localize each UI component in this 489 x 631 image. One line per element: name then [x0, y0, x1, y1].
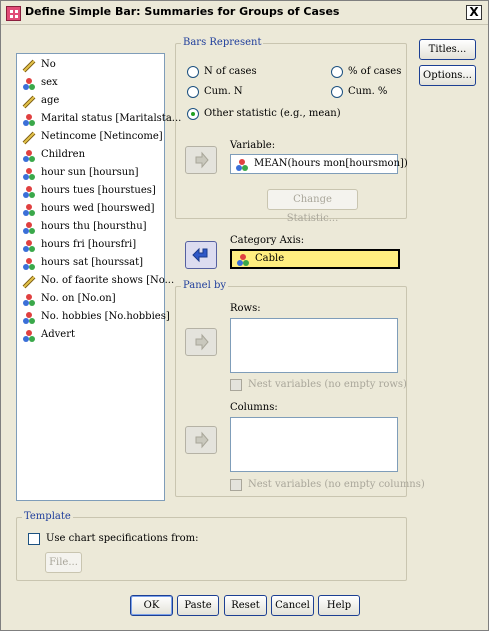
paste-button[interactable]: Paste — [177, 595, 219, 616]
variable-field[interactable]: MEAN(hours mon[hoursmon]) — [230, 154, 408, 174]
help-button[interactable]: Help — [318, 595, 360, 616]
list-item-label: age — [41, 95, 60, 106]
columns-field[interactable] — [230, 417, 398, 472]
scale-ruler-icon — [22, 131, 36, 145]
radio-circle[interactable] — [187, 66, 199, 78]
spss-app-icon — [6, 6, 21, 21]
radio-label: N of cases — [204, 66, 257, 77]
list-item-label: hours tues [hourstues] — [41, 185, 156, 196]
nominal-icon — [22, 113, 36, 127]
file-button[interactable]: File... — [45, 552, 82, 573]
panel-by-title: Panel by — [181, 280, 229, 291]
variable-list[interactable]: No sex age Marital status [Maritalsta... Net… — [16, 53, 181, 501]
cancel-button[interactable]: Cancel — [271, 595, 314, 616]
title-bar[interactable]: Define Simple Bar: Summaries for Groups … — [1, 1, 488, 25]
dialog-window: Define Simple Bar: Summaries for Groups … — [0, 0, 489, 631]
list-item-label: hour sun [hoursun] — [41, 167, 139, 178]
nominal-icon — [22, 257, 36, 271]
list-item-label: Advert — [41, 329, 75, 340]
checkbox-box[interactable] — [28, 533, 40, 545]
arrow-left-icon — [192, 247, 208, 263]
radio-label: % of cases — [348, 66, 402, 77]
category-axis-label: Category Axis: — [230, 235, 305, 246]
rows-label: Rows: — [230, 303, 261, 314]
options-button[interactable]: Options... — [419, 65, 476, 86]
list-item-label: hours thu [hoursthu] — [41, 221, 147, 232]
list-item-label: hours sat [hourssat] — [41, 257, 144, 268]
nominal-icon — [22, 203, 36, 217]
nominal-icon — [22, 221, 36, 235]
columns-label: Columns: — [230, 402, 278, 413]
variable-value: MEAN(hours mon[hoursmon]) — [254, 158, 408, 169]
nominal-icon — [236, 159, 248, 171]
radio-circle[interactable] — [187, 86, 199, 98]
nominal-icon — [22, 293, 36, 307]
radio-circle[interactable] — [331, 86, 343, 98]
nominal-icon — [22, 311, 36, 325]
move-to-columns-button[interactable] — [185, 426, 217, 454]
radio-label: Other statistic (e.g., mean) — [204, 108, 341, 119]
window-title: Define Simple Bar: Summaries for Groups … — [25, 5, 340, 18]
variable-label: Variable: — [230, 140, 276, 151]
nominal-icon — [22, 77, 36, 91]
bars-represent-title: Bars Represent — [181, 37, 264, 48]
list-item-label: No. on [No.on] — [41, 293, 116, 304]
close-button[interactable]: X — [466, 5, 482, 20]
checkbox-label: Use chart specifications from: — [46, 533, 199, 544]
checkbox-label: Nest variables (no empty rows) — [248, 379, 407, 390]
radio-label: Cum. % — [348, 86, 388, 97]
titles-button[interactable]: Titles... — [419, 39, 476, 60]
checkbox-box[interactable] — [230, 379, 242, 391]
reset-button[interactable]: Reset — [224, 595, 267, 616]
arrow-right-icon — [195, 333, 209, 351]
list-item-label: No — [41, 59, 56, 70]
scale-ruler-icon — [22, 275, 36, 289]
ok-button[interactable]: OK — [130, 595, 173, 616]
radio-circle-selected[interactable] — [187, 108, 199, 120]
checkbox-box[interactable] — [230, 479, 242, 491]
list-item-label: hours fri [hoursfri] — [41, 239, 137, 250]
scale-ruler-icon — [22, 95, 36, 109]
checkbox-label: Nest variables (no empty columns) — [248, 479, 425, 490]
move-to-rows-button[interactable] — [185, 328, 217, 356]
radio-circle[interactable] — [331, 66, 343, 78]
list-item-label: Netincome [Netincome] — [41, 131, 163, 142]
arrow-right-icon — [195, 431, 209, 449]
list-item-label: Children — [41, 149, 86, 160]
category-axis-value: Cable — [255, 253, 285, 264]
radio-label: Cum. N — [204, 86, 243, 97]
nominal-icon — [22, 185, 36, 199]
list-item-label: Marital status [Maritalsta... — [41, 113, 182, 124]
list-item-label: hours wed [hourswed] — [41, 203, 155, 214]
move-to-variable-button[interactable] — [185, 146, 217, 174]
rows-field[interactable] — [230, 318, 398, 373]
scale-ruler-icon — [22, 59, 36, 73]
list-item-label: No. of faorite shows [No... — [41, 275, 175, 286]
template-title: Template — [22, 511, 73, 522]
category-axis-field[interactable]: Cable — [230, 249, 400, 269]
list-item-label: No. hobbies [No.hobbies] — [41, 311, 170, 322]
move-to-category-axis-button[interactable] — [185, 241, 217, 269]
change-statistic-button[interactable]: Change Statistic... — [267, 189, 358, 224]
nominal-icon — [22, 239, 36, 253]
nominal-icon — [22, 329, 36, 343]
nominal-icon — [22, 167, 36, 181]
list-item-label: sex — [41, 77, 58, 88]
nominal-icon — [237, 254, 249, 266]
nominal-icon — [22, 149, 36, 163]
arrow-right-icon — [195, 151, 209, 169]
